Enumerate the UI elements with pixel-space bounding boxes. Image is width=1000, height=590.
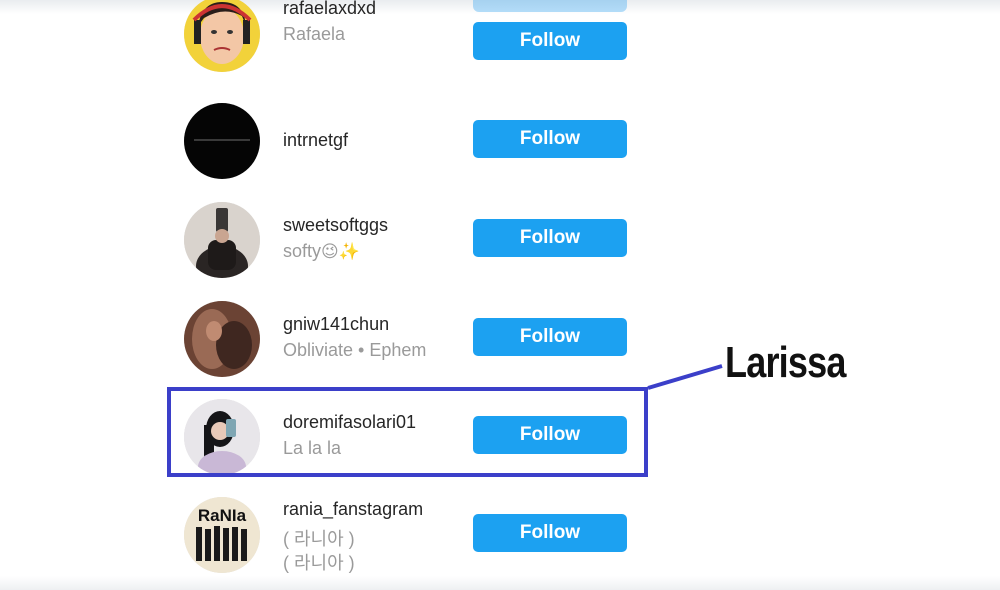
full-name: Rafaela	[283, 24, 346, 44]
list-item[interactable]: intrnetgf Follow	[160, 98, 640, 182]
username[interactable]: rafaelaxdxd	[283, 0, 376, 19]
mirror-selfie-avatar[interactable]	[184, 202, 260, 278]
brown-photo-avatar[interactable]	[184, 301, 260, 377]
username[interactable]: intrnetgf	[283, 130, 348, 151]
full-name: Obliviate • Ephem	[283, 340, 427, 360]
follow-button[interactable]: Follow	[473, 22, 627, 60]
list-item[interactable]: rafaelaxdxd Rafaela Follow	[160, 0, 640, 84]
list-item[interactable]: gniw141chun Obliviate • Ephem Follow	[160, 296, 640, 380]
full-name-line-2: ( 라니아 )	[283, 553, 355, 573]
list-item[interactable]: sweetsoftggs softy😉✨ Follow	[160, 197, 640, 281]
username[interactable]: sweetsoftggs	[283, 215, 388, 236]
rania-group-avatar[interactable]: RaNIa	[184, 497, 260, 573]
cartoon-face-avatar[interactable]	[184, 0, 260, 72]
follow-button[interactable]: Follow	[473, 514, 627, 552]
list-item[interactable]: RaNIa rania_fanstagram ( 라니아 ) ( 라니아 ) F…	[160, 492, 640, 576]
follow-button[interactable]: Follow	[473, 120, 627, 158]
wink-emoji-icon: 😉✨	[321, 242, 360, 261]
bottom-edge	[0, 576, 1000, 590]
svg-text:RaNIa: RaNIa	[198, 506, 247, 525]
follow-button[interactable]: Follow	[473, 318, 627, 356]
full-name: ( 라니아 )	[283, 529, 355, 549]
highlight-box	[167, 387, 648, 477]
follow-button[interactable]: Follow	[473, 219, 627, 257]
username[interactable]: rania_fanstagram	[283, 499, 423, 520]
annotation-label: Larissa	[725, 338, 846, 387]
full-name: softy😉✨	[283, 241, 360, 261]
black-circle-avatar[interactable]	[184, 103, 260, 179]
username[interactable]: gniw141chun	[283, 314, 389, 335]
